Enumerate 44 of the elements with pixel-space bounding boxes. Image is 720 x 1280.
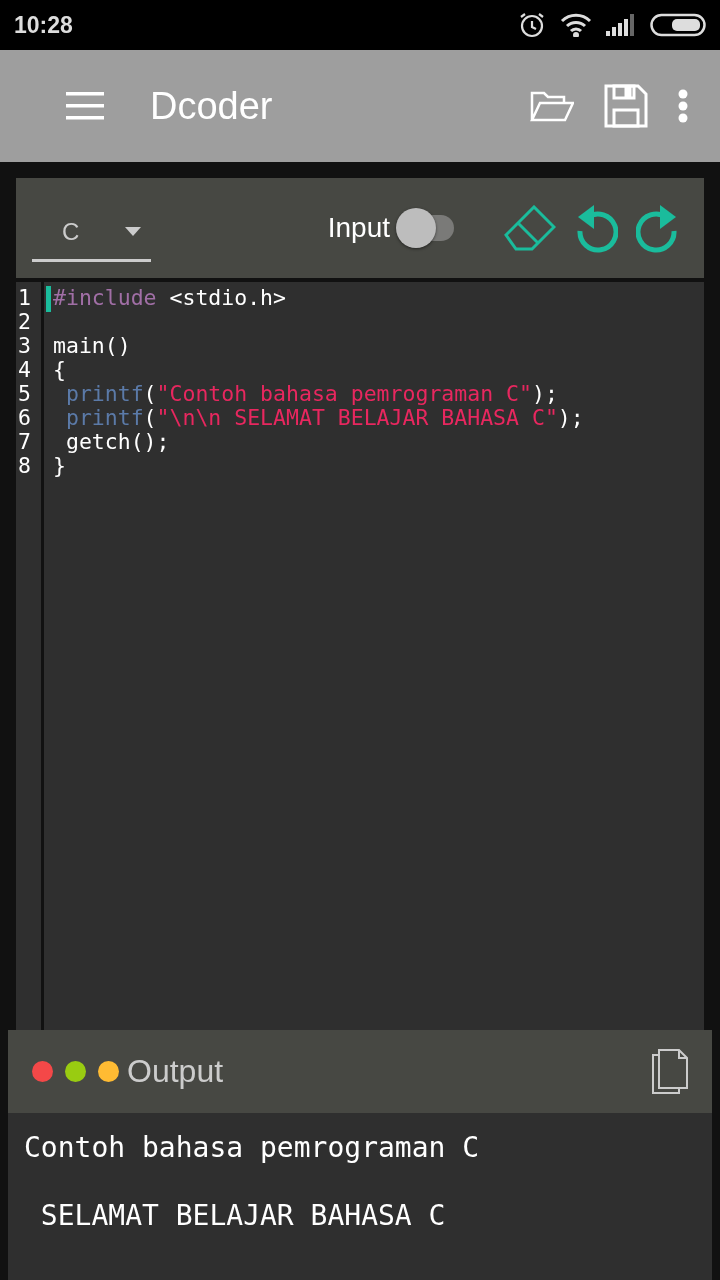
status-time: 10:28: [14, 11, 73, 39]
menu-button[interactable]: [66, 92, 104, 120]
wifi-icon: [560, 13, 592, 37]
alarm-icon: [518, 11, 546, 39]
code-token: (: [143, 381, 157, 406]
eraser-icon[interactable]: [504, 205, 556, 251]
app-title: Dcoder: [150, 84, 274, 128]
output-line: SELAMAT BELAJAR BAHASA C: [39, 1199, 447, 1233]
language-dropdown[interactable]: C: [32, 212, 151, 262]
output-line: Contoh bahasa pemrograman C: [24, 1131, 481, 1165]
input-switch[interactable]: [396, 208, 456, 248]
code-token: "\n\n SELAMAT BELAJAR BAHASA C": [156, 405, 558, 430]
line-number: 3: [17, 334, 32, 358]
code-token: main(): [53, 333, 131, 358]
code-token: printf: [64, 381, 144, 406]
save-icon[interactable]: [604, 84, 648, 128]
text-cursor: [46, 286, 51, 312]
code-token: (: [143, 405, 157, 430]
code-token: #include: [53, 285, 157, 310]
code-token: );: [557, 405, 584, 430]
code-token: <stdio.h>: [168, 285, 286, 310]
line-number: 6: [17, 406, 32, 430]
signal-icon: [606, 14, 636, 36]
folder-icon[interactable]: [530, 89, 574, 123]
battery-icon: [650, 13, 706, 37]
code-token: "Contoh bahasa pemrograman C": [156, 381, 532, 406]
code-token: {: [53, 357, 66, 382]
line-number: 2: [17, 310, 32, 334]
undo-icon[interactable]: [574, 203, 618, 253]
code-token: );: [531, 381, 558, 406]
redo-icon[interactable]: [636, 203, 680, 253]
line-number: 8: [17, 454, 32, 478]
code-token: printf: [64, 405, 144, 430]
input-label: Input: [327, 212, 390, 244]
code-token: getch();: [64, 429, 170, 454]
line-number: 4: [17, 358, 32, 382]
line-number: 1: [17, 286, 32, 310]
line-number: 5: [17, 382, 32, 406]
code-token: }: [53, 453, 66, 478]
copy-icon[interactable]: [650, 1048, 688, 1095]
line-number: 7: [17, 430, 32, 454]
output-title: Output: [127, 1053, 225, 1090]
caret-icon: [125, 227, 141, 236]
more-icon[interactable]: [678, 89, 688, 123]
